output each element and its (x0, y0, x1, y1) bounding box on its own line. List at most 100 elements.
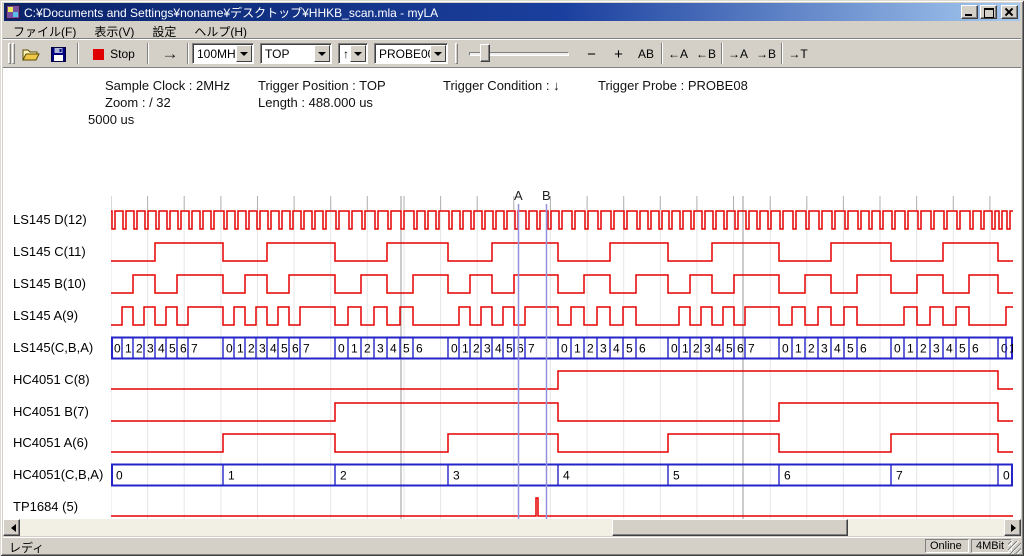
bus-value: 5 (847, 342, 854, 356)
bus-value: 3 (484, 342, 491, 356)
menu-item[interactable]: ファイル(F) (4, 21, 85, 38)
goto-a-left-button[interactable]: ←A (665, 43, 691, 65)
channel-label: LS145 A(9) (13, 308, 78, 324)
bus-value: 3 (377, 342, 384, 356)
bus-value: 0 (226, 342, 233, 356)
close-button[interactable] (1001, 5, 1018, 19)
goto-b-left-button[interactable]: ←B (693, 43, 719, 65)
digital-trace (111, 434, 1013, 452)
combo-trigger-edge[interactable]: ↑ (338, 43, 368, 64)
bus-value: 4 (946, 342, 953, 356)
bus-value: 1 (682, 342, 689, 356)
bus-trace: 012345670 (112, 465, 1012, 486)
bus-value: 5 (959, 342, 966, 356)
bus-value: 4 (158, 342, 165, 356)
goto-trigger-button[interactable]: →T (785, 43, 811, 65)
combo-sample-clock[interactable]: 100MHz (192, 43, 254, 64)
toolbar-grip[interactable] (455, 43, 458, 64)
goto-b-right-button[interactable]: →B (753, 43, 779, 65)
time-division-label: 5000 us (88, 112, 134, 127)
zoom-out-button[interactable]: − (579, 43, 604, 65)
digital-trace (111, 275, 1013, 293)
cursor-a-label: A (514, 188, 523, 203)
waveform-display[interactable]: 0123456701234567012345601234567012345601… (111, 186, 1013, 519)
bus-value: 7 (303, 342, 310, 356)
toolbar-separator (147, 43, 149, 64)
scrollbar-thumb[interactable] (612, 519, 848, 536)
menu-item[interactable]: 設定 (143, 21, 185, 38)
minimize-button[interactable] (961, 5, 978, 19)
trigger-condition-info: Trigger Condition : ↓ (443, 78, 560, 93)
run-button[interactable]: → (155, 43, 185, 65)
scroll-left-button[interactable] (3, 519, 20, 536)
bus-value: 1 (462, 342, 469, 356)
stop-label: Stop (110, 47, 135, 61)
horizontal-scrollbar[interactable] (3, 519, 1021, 536)
bus-value: 5 (506, 342, 513, 356)
bus-value: 4 (495, 342, 502, 356)
channel-label: TP1684 (5) (13, 499, 78, 515)
app-icon (6, 5, 20, 19)
bus-value: 2 (340, 469, 347, 483)
maximize-button[interactable] (980, 5, 997, 19)
resize-grip[interactable] (1008, 541, 1021, 554)
bus-value: 3 (147, 342, 154, 356)
strobe-trace (111, 211, 1013, 229)
scroll-right-button[interactable] (1004, 519, 1021, 536)
digital-trace (111, 371, 1013, 389)
zoom-in-button[interactable]: + (606, 43, 631, 65)
chevron-down-icon[interactable] (350, 45, 366, 62)
bus-value: 0 (338, 342, 345, 356)
bus-value: 3 (259, 342, 266, 356)
bus-value: 0 (1003, 469, 1010, 483)
stop-icon (93, 49, 104, 60)
trigger-probe-info: Trigger Probe : PROBE08 (598, 78, 748, 93)
bus-value: 4 (270, 342, 277, 356)
bus-value: 4 (563, 469, 570, 483)
channel-traces: 0123456701234567012345601234567012345601… (111, 211, 1013, 519)
goto-a-right-button[interactable]: →A (725, 43, 751, 65)
toolbar-separator (187, 43, 189, 64)
combo-trigger-probe[interactable]: PROBE00 (374, 43, 448, 64)
bus-value: 4 (715, 342, 722, 356)
bus-value: 1 (228, 469, 235, 483)
bus-value: 6 (416, 342, 423, 356)
menu-item[interactable]: ヘルプ(H) (185, 21, 256, 38)
zoom-slider-thumb[interactable] (480, 44, 490, 62)
bus-value: 1 (795, 342, 802, 356)
channel-label: HC4051 A(6) (13, 435, 88, 451)
stop-button[interactable]: Stop (85, 43, 143, 65)
app-window: C:¥Documents and Settings¥noname¥デスクトップ¥… (0, 0, 1024, 556)
channel-label: HC4051(C,B,A) (13, 467, 103, 483)
bus-value: 7 (191, 342, 198, 356)
digital-trace (111, 403, 1013, 421)
bus-value: 0 (114, 342, 121, 356)
toolbar-grip[interactable] (8, 43, 11, 64)
bus-value: 6 (784, 469, 791, 483)
bus-value: 5 (626, 342, 633, 356)
toolbar-grip[interactable] (12, 43, 15, 64)
combo-trigger-position[interactable]: TOP (260, 43, 332, 64)
bus-value: 2 (693, 342, 700, 356)
triangle-right-icon (1011, 524, 1020, 532)
cursor-b-label: B (542, 188, 551, 203)
combo-value: ↑ (339, 47, 350, 61)
ab-range-button[interactable]: AB (633, 43, 659, 65)
bus-value: 2 (248, 342, 255, 356)
bus-value: 6 (737, 342, 744, 356)
save-button[interactable] (45, 43, 71, 65)
open-file-button[interactable] (18, 43, 44, 65)
title-bar[interactable]: C:¥Documents and Settings¥noname¥デスクトップ¥… (4, 3, 1020, 21)
trigger-position-info: Trigger Position : TOP (258, 78, 386, 93)
digital-trace (111, 243, 1013, 261)
bus-value: 1 (907, 342, 914, 356)
chevron-down-icon[interactable] (236, 45, 252, 62)
chevron-down-icon[interactable] (314, 45, 330, 62)
status-bar: レディ Online 4MBit (3, 537, 1021, 553)
bus-value: 3 (704, 342, 711, 356)
bus-value: 7 (896, 469, 903, 483)
channel-label: LS145 D(12) (13, 212, 87, 228)
chevron-down-icon[interactable] (430, 45, 446, 62)
menu-item[interactable]: 表示(V) (85, 21, 143, 38)
toolbar-separator (721, 43, 723, 64)
